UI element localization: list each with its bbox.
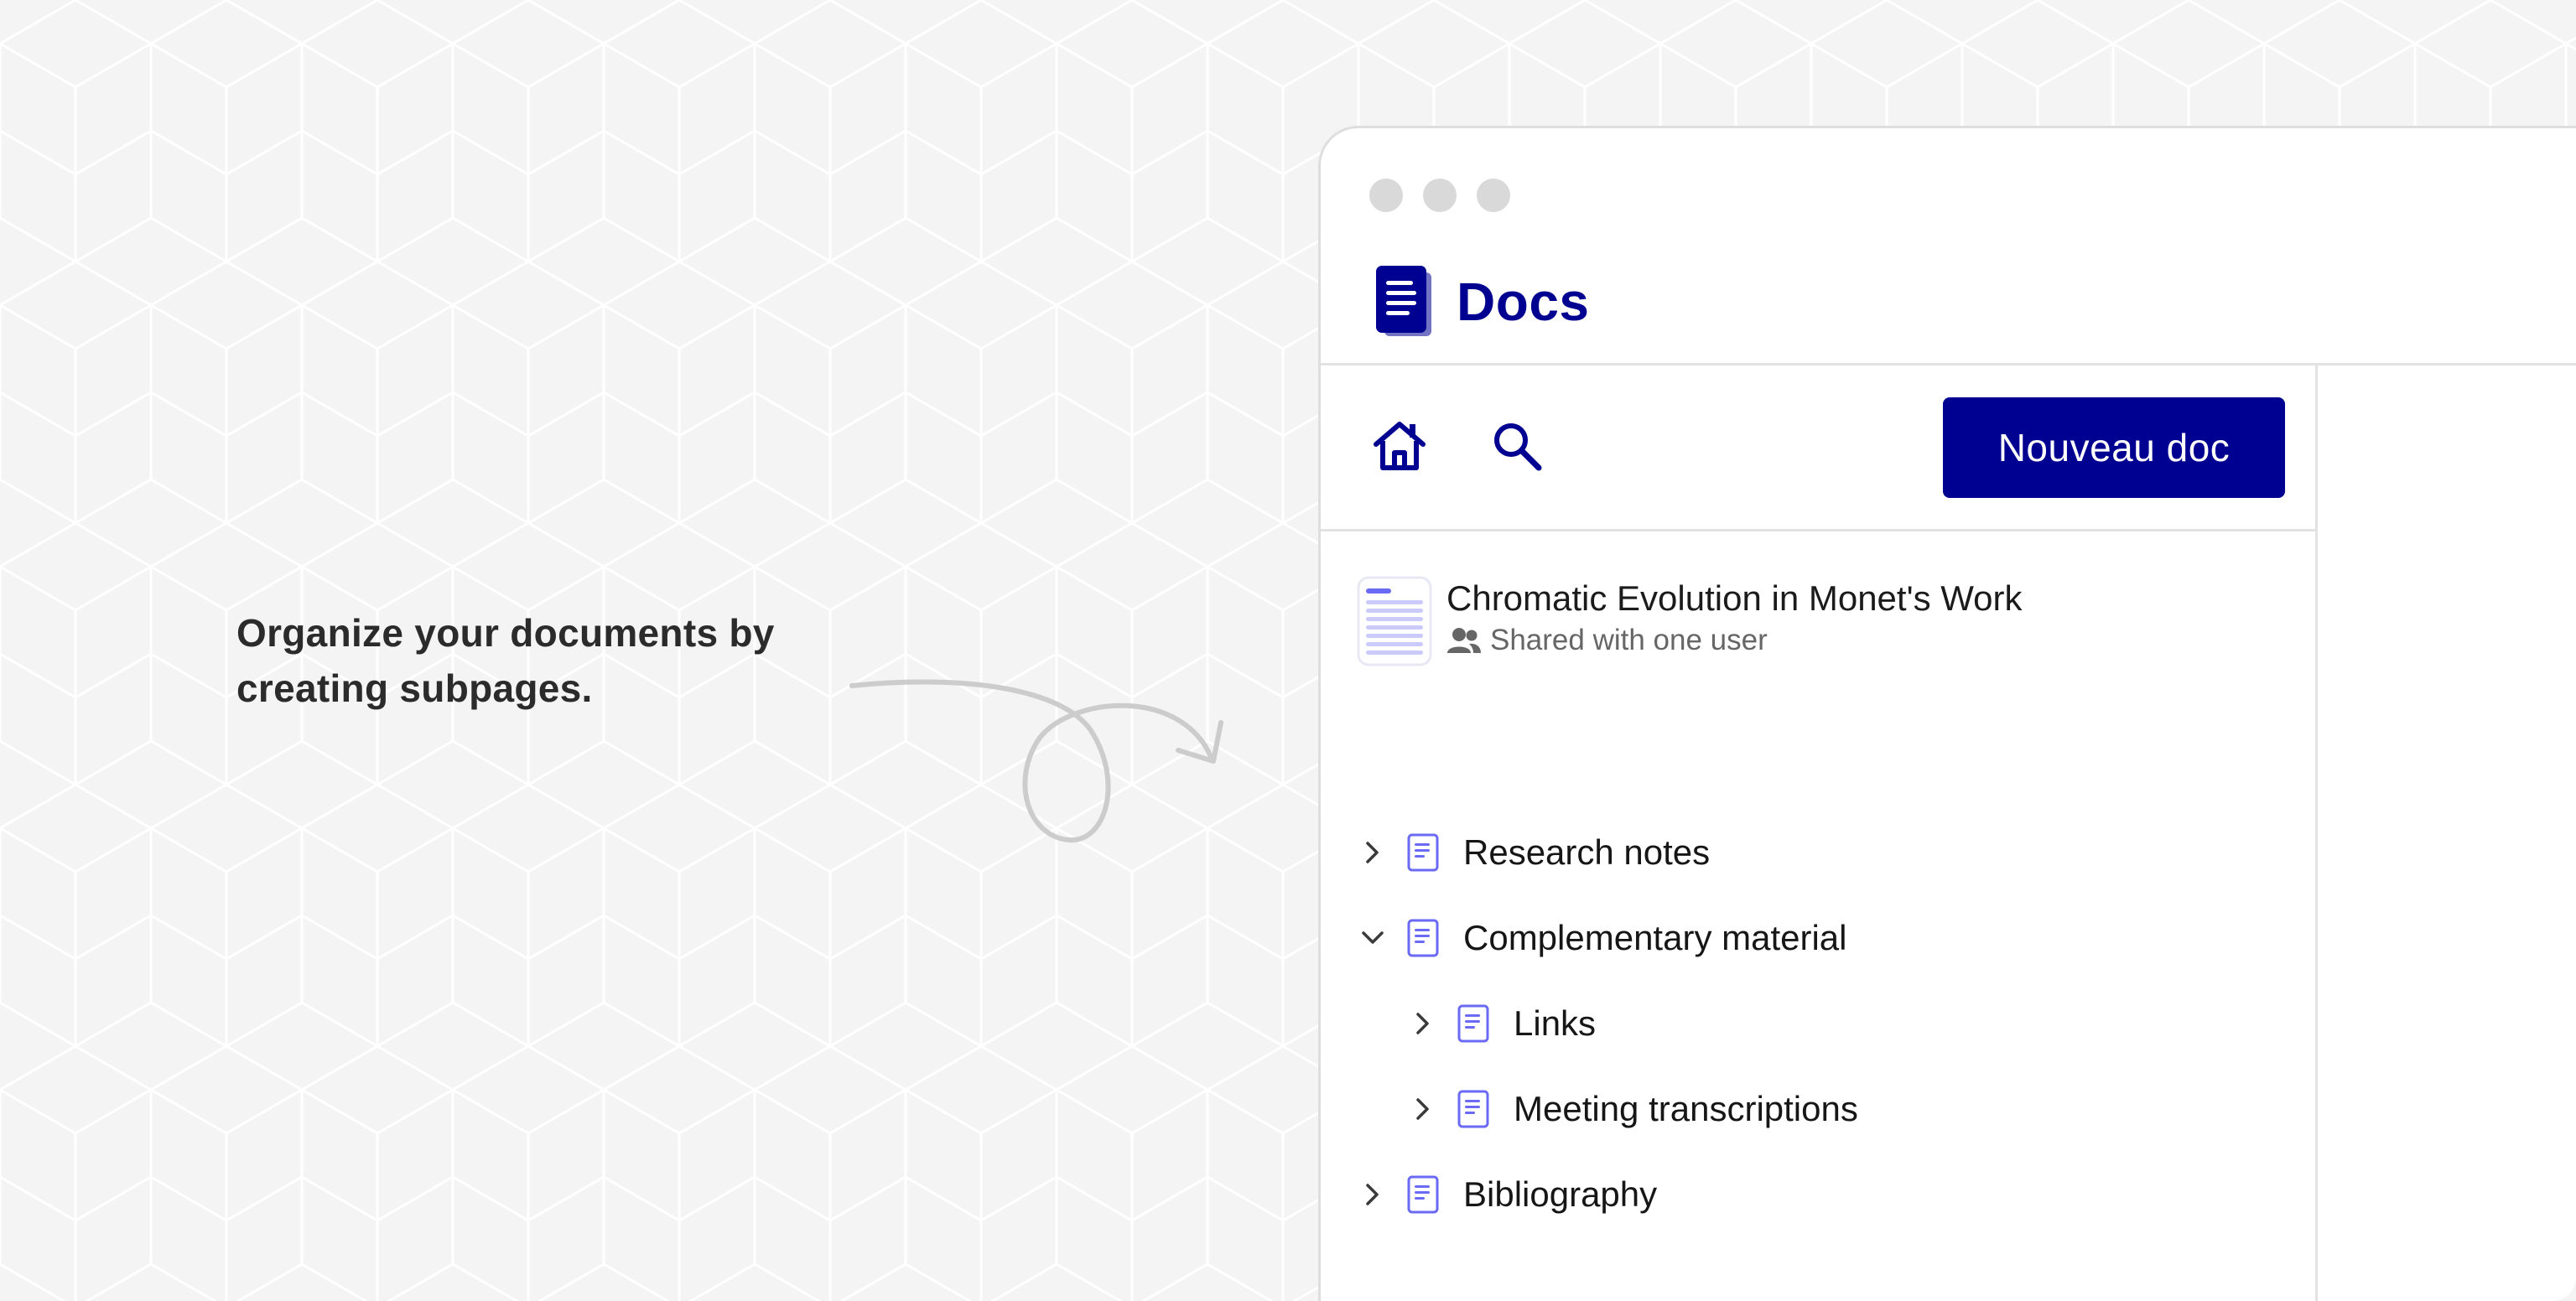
search-icon	[1494, 423, 1542, 471]
tree-item-complementary-material[interactable]: Complementary material	[1358, 904, 1847, 972]
docs-logo-icon	[1376, 266, 1431, 336]
home-icon	[1374, 422, 1426, 470]
sidebar-toolbar: Nouveau doc	[1321, 365, 2315, 531]
tree-item-label: Complementary material	[1463, 918, 1847, 957]
tree-item-meeting-transcriptions[interactable]: Meeting transcriptions	[1408, 1076, 1858, 1143]
document-thumbnail-icon	[1357, 576, 1432, 666]
window-controls	[1369, 179, 1510, 212]
caption-line-1: Organize your documents by	[236, 611, 775, 655]
shared-text: Shared with one user	[1490, 624, 1768, 656]
app-brand[interactable]: Docs	[1373, 264, 1590, 340]
page-icon	[1407, 833, 1439, 872]
home-button[interactable]	[1368, 414, 1431, 478]
marketing-stage: Organize your documents by creating subp…	[0, 0, 2576, 1301]
tree-item-research-notes[interactable]: Research notes	[1358, 819, 1710, 886]
app-name: Docs	[1457, 272, 1590, 332]
shared-status: Shared with one user	[1446, 624, 1768, 657]
chevron-right-icon[interactable]	[1358, 1179, 1388, 1210]
page-icon	[1457, 1090, 1489, 1128]
search-button[interactable]	[1485, 414, 1549, 478]
page-icon	[1407, 919, 1439, 957]
page-icon	[1407, 1175, 1439, 1214]
tree-item-links[interactable]: Links	[1408, 990, 1596, 1057]
document-title: Chromatic Evolution in Monet's Work	[1446, 578, 2023, 618]
chevron-right-icon[interactable]	[1408, 1008, 1438, 1039]
users-icon	[1447, 628, 1481, 653]
chevron-right-icon[interactable]	[1358, 837, 1388, 868]
feature-caption: Organize your documents by creating subp…	[236, 605, 874, 716]
tree-item-label: Bibliography	[1463, 1174, 1658, 1214]
tree-item-label: Research notes	[1463, 832, 1711, 872]
tree-item-bibliography[interactable]: Bibliography	[1358, 1161, 1657, 1228]
curly-arrow-icon	[849, 679, 1223, 843]
window-dot-close[interactable]	[1369, 179, 1403, 212]
current-document[interactable]: Chromatic Evolution in Monet's Work Shar…	[1356, 575, 2278, 676]
tree-item-label: Meeting transcriptions	[1514, 1089, 1858, 1128]
sidebar: Nouveau doc Chromatic Evolution in Monet…	[1321, 365, 2318, 1301]
page-icon	[1457, 1004, 1489, 1043]
caption-line-2: creating subpages.	[236, 666, 593, 710]
window-dot-maximize[interactable]	[1477, 179, 1510, 212]
window-dot-minimize[interactable]	[1423, 179, 1457, 212]
new-doc-button[interactable]: Nouveau doc	[1943, 397, 2285, 498]
chevron-right-icon[interactable]	[1408, 1094, 1438, 1124]
tree-item-label: Links	[1514, 1003, 1597, 1043]
chevron-down-icon[interactable]	[1358, 923, 1388, 953]
app-window: Docs Nouveau doc Chromatic Evolution in …	[1318, 126, 2576, 1301]
